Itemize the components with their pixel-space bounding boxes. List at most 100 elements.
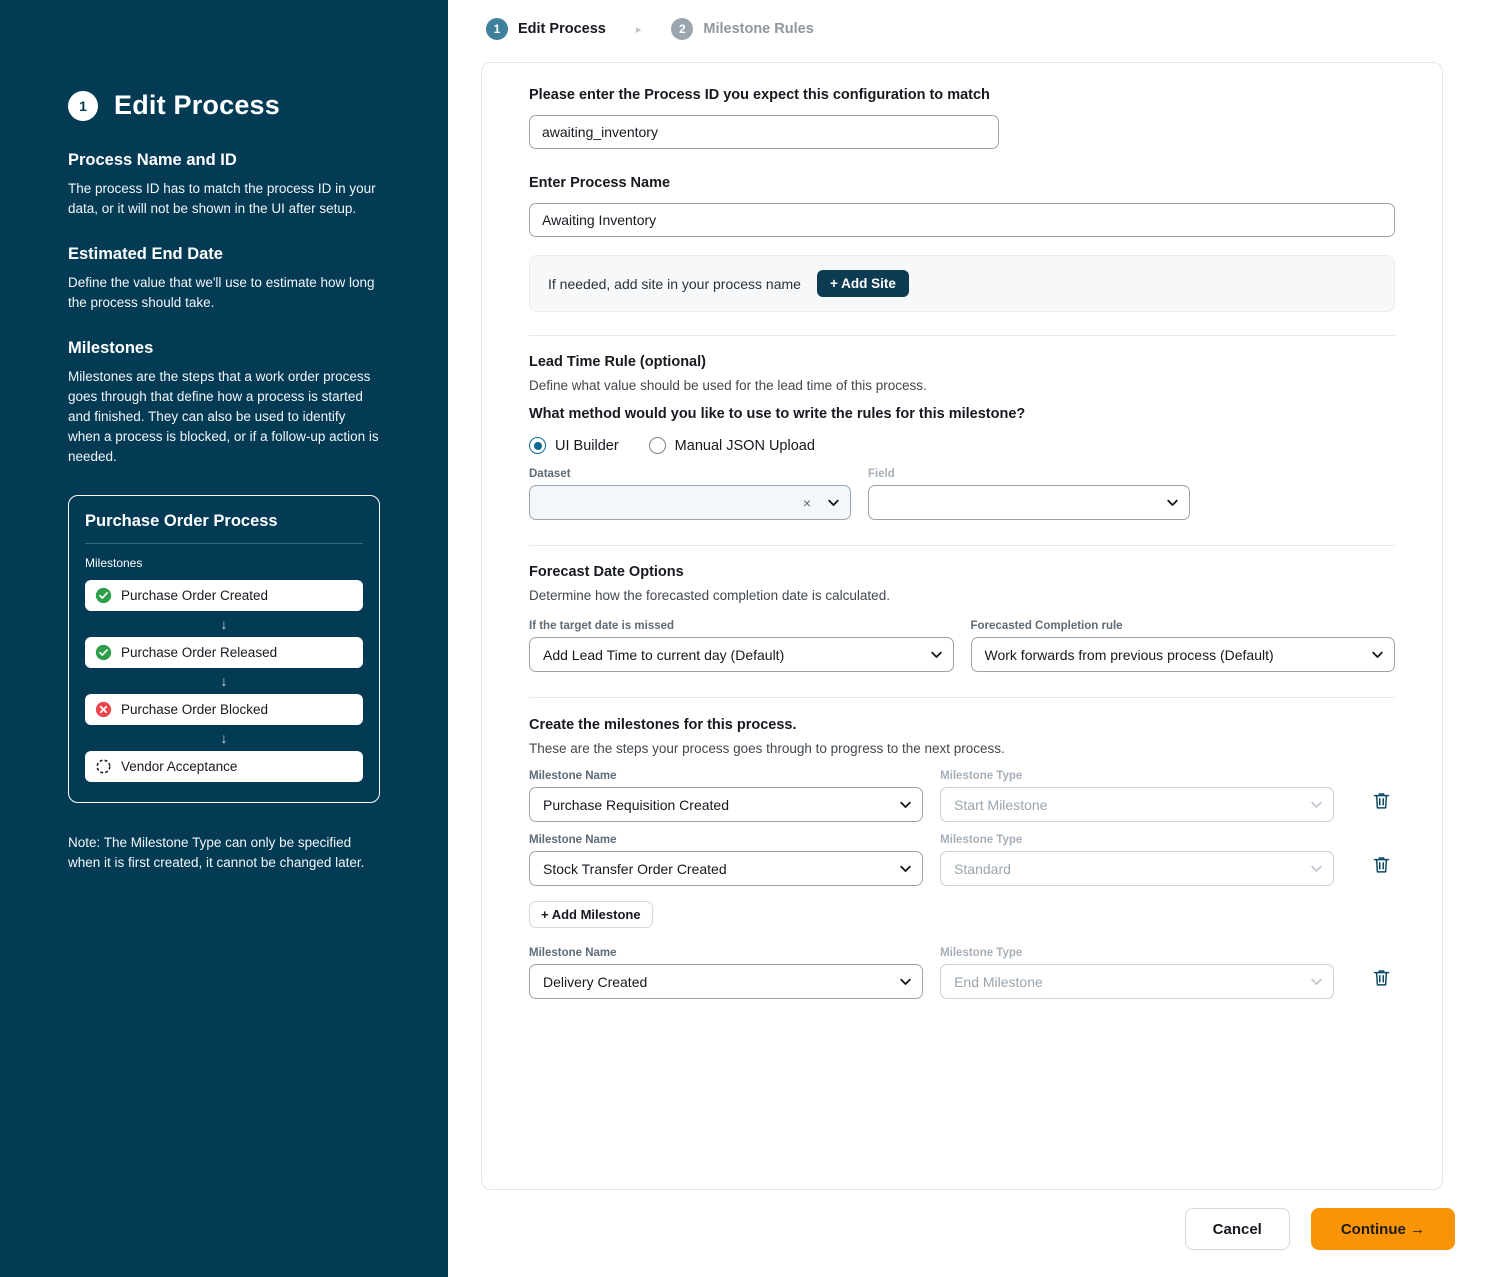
main-content: 1 Edit Process ▸ 2 Milestone Rules Pleas… [448, 0, 1496, 1277]
milestone-name-select[interactable]: Delivery Created [529, 964, 923, 999]
cancel-button[interactable]: Cancel [1185, 1208, 1290, 1250]
divider [529, 697, 1395, 698]
x-circle-icon [95, 701, 112, 718]
add-site-bar: If needed, add site in your process name… [529, 255, 1395, 312]
process-name-input[interactable] [529, 203, 1395, 237]
sidebar-heading-estimated-end-date: Estimated End Date [68, 245, 380, 264]
milestone-name-label: Milestone Name [529, 770, 923, 782]
preview-milestone-label: Purchase Order Created [121, 588, 268, 603]
clear-icon[interactable]: × [803, 495, 811, 511]
preview-milestone-item: Purchase Order Created [85, 580, 363, 611]
chevron-down-icon [1310, 798, 1323, 811]
milestone-name-select[interactable]: Purchase Requisition Created [529, 787, 923, 822]
sidebar-body-process-name-id: The process ID has to match the process … [68, 179, 380, 219]
chevron-right-icon: ▸ [636, 23, 642, 36]
milestone-row: Milestone Name Purchase Requisition Crea… [529, 770, 1395, 822]
forecast-options-row: If the target date is missed Add Lead Ti… [529, 620, 1395, 672]
chevron-down-icon [899, 798, 912, 811]
stepper-step-edit-process[interactable]: 1 Edit Process [486, 18, 606, 40]
radio-manual-json-upload[interactable]: Manual JSON Upload [649, 437, 815, 454]
stepper: 1 Edit Process ▸ 2 Milestone Rules [448, 0, 1496, 40]
completion-rule-label: Forecasted Completion rule [971, 620, 1396, 632]
completion-rule-select[interactable]: Work forwards from previous process (Def… [971, 637, 1396, 672]
preview-arrow-icon: ↓ [85, 725, 363, 751]
stepper-label-2: Milestone Rules [703, 21, 813, 37]
field-select[interactable] [868, 485, 1190, 520]
dataset-select[interactable]: × [529, 485, 851, 520]
trash-icon [1371, 854, 1392, 875]
forecast-heading: Forecast Date Options [529, 564, 1395, 580]
radio-manual-json-label: Manual JSON Upload [675, 438, 815, 454]
check-circle-icon [95, 587, 112, 604]
trash-icon [1371, 790, 1392, 811]
add-milestone-button[interactable]: + Add Milestone [529, 901, 653, 928]
chevron-down-icon [1310, 862, 1323, 875]
process-name-label: Enter Process Name [529, 175, 1395, 191]
chevron-down-icon [1310, 975, 1323, 988]
stepper-step-milestone-rules[interactable]: 2 Milestone Rules [671, 18, 813, 40]
edit-process-card: Please enter the Process ID you expect t… [481, 62, 1443, 1190]
milestone-type-label: Milestone Type [940, 834, 1334, 846]
preview-milestone-label: Purchase Order Released [121, 645, 277, 660]
add-site-button[interactable]: + Add Site [817, 270, 909, 297]
divider [529, 335, 1395, 336]
preview-milestone-item: Purchase Order Released [85, 637, 363, 668]
field-label: Field [868, 468, 1190, 480]
delete-milestone-button[interactable] [1371, 854, 1395, 880]
radio-selected-icon [529, 437, 546, 454]
sidebar-body-milestones: Milestones are the steps that a work ord… [68, 367, 380, 467]
sidebar-note: Note: The Milestone Type can only be spe… [68, 833, 380, 873]
sidebar-title: Edit Process [114, 90, 280, 121]
milestone-type-value: Standard [954, 861, 1310, 877]
milestone-type-label: Milestone Type [940, 947, 1334, 959]
trash-icon [1371, 967, 1392, 988]
process-id-input[interactable] [529, 115, 999, 149]
chevron-down-icon [899, 862, 912, 875]
chevron-down-icon [827, 496, 840, 509]
milestone-name-label: Milestone Name [529, 834, 923, 846]
milestones-description: These are the steps your process goes th… [529, 741, 1395, 756]
preview-milestone-label: Vendor Acceptance [121, 759, 237, 774]
chevron-down-icon [1371, 648, 1384, 661]
lead-time-heading: Lead Time Rule (optional) [529, 354, 1395, 370]
milestone-type-select: Start Milestone [940, 787, 1334, 822]
dataset-label: Dataset [529, 468, 851, 480]
continue-button[interactable]: Continue → [1311, 1208, 1455, 1250]
completion-rule-value: Work forwards from previous process (Def… [985, 647, 1372, 663]
process-preview-card: Purchase Order Process Milestones Purcha… [68, 495, 380, 803]
milestone-name-label: Milestone Name [529, 947, 923, 959]
radio-ui-builder-label: UI Builder [555, 438, 619, 454]
dataset-field-row: Dataset × Field [529, 468, 1395, 520]
missed-target-value: Add Lead Time to current day (Default) [543, 647, 930, 663]
preview-milestone-label: Purchase Order Blocked [121, 702, 268, 717]
add-site-hint: If needed, add site in your process name [548, 276, 801, 292]
preview-milestone-item: Vendor Acceptance [85, 751, 363, 782]
missed-target-label: If the target date is missed [529, 620, 954, 632]
divider [529, 545, 1395, 546]
milestone-row-end: Milestone Name Delivery Created Mileston… [529, 947, 1395, 999]
preview-milestone-item: Purchase Order Blocked [85, 694, 363, 725]
delete-milestone-button[interactable] [1371, 967, 1395, 993]
check-circle-icon [95, 644, 112, 661]
lead-time-question: What method would you like to use to wri… [529, 406, 1395, 422]
chevron-down-icon [899, 975, 912, 988]
milestone-name-value: Purchase Requisition Created [543, 797, 899, 813]
footer-actions: Cancel Continue → [1185, 1208, 1455, 1250]
sidebar-header: 1 Edit Process [68, 90, 380, 121]
sidebar-body-estimated-end-date: Define the value that we'll use to estim… [68, 273, 380, 313]
preview-arrow-icon: ↓ [85, 611, 363, 637]
milestone-type-value: End Milestone [954, 974, 1310, 990]
radio-ui-builder[interactable]: UI Builder [529, 437, 619, 454]
lead-time-method-radio-group: UI Builder Manual JSON Upload [529, 437, 1395, 454]
missed-target-select[interactable]: Add Lead Time to current day (Default) [529, 637, 954, 672]
stepper-label-1: Edit Process [518, 21, 606, 37]
delete-milestone-button[interactable] [1371, 790, 1395, 816]
milestone-name-select[interactable]: Stock Transfer Order Created [529, 851, 923, 886]
stepper-badge-1: 1 [486, 18, 508, 40]
milestone-type-label: Milestone Type [940, 770, 1334, 782]
milestone-name-value: Stock Transfer Order Created [543, 861, 899, 877]
sidebar-heading-process-name-id: Process Name and ID [68, 151, 380, 170]
preview-arrow-icon: ↓ [85, 668, 363, 694]
milestones-heading: Create the milestones for this process. [529, 717, 1395, 733]
radio-unselected-icon [649, 437, 666, 454]
